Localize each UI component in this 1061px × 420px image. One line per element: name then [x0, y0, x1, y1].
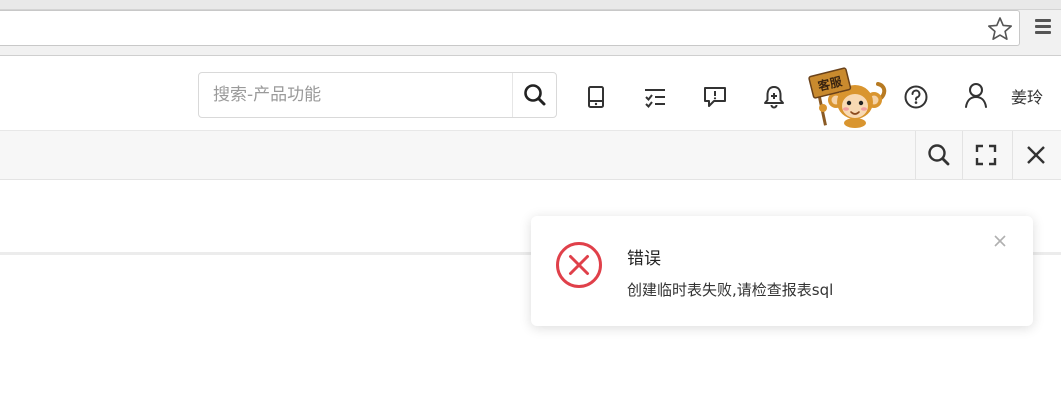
help-button[interactable]: [902, 83, 930, 111]
close-icon[interactable]: [992, 233, 1008, 249]
notification-message: 创建临时表失败,请检查报表sql: [627, 281, 834, 299]
message-button[interactable]: [701, 83, 729, 111]
tablet-icon: [588, 86, 604, 108]
notification-title: 错误: [627, 249, 661, 269]
tablet-button[interactable]: [582, 83, 610, 111]
user-icon: [965, 83, 987, 108]
app-header: 客服 姜玲: [0, 56, 1061, 130]
search-icon: [524, 84, 546, 106]
user-button[interactable]: [962, 81, 990, 109]
notification-button[interactable]: [760, 83, 788, 111]
error-notification: 错误 创建临时表失败,请检查报表sql: [531, 216, 1033, 326]
checklist-icon: [645, 89, 665, 108]
checklist-button[interactable]: [641, 83, 669, 111]
toolbar-fullscreen-button[interactable]: [962, 131, 1009, 179]
star-icon[interactable]: [987, 16, 1013, 42]
customer-service-mascot[interactable]: 客服: [806, 62, 888, 128]
browser-chrome: [0, 0, 1061, 56]
user-name[interactable]: 姜玲: [1011, 84, 1043, 108]
tab-toolbar: [0, 130, 1061, 180]
toolbar-close-button[interactable]: [1012, 131, 1059, 179]
browser-tab-strip: [0, 0, 1061, 10]
bell-icon: [764, 86, 784, 109]
toolbar-search-button[interactable]: [915, 131, 962, 179]
help-icon: [904, 85, 928, 109]
search-input[interactable]: [199, 73, 511, 117]
search-icon: [928, 144, 950, 166]
address-bar[interactable]: [0, 10, 1020, 46]
search-box: [198, 72, 557, 118]
error-icon: [556, 242, 602, 288]
close-icon: [1027, 146, 1045, 164]
fullscreen-icon: [975, 144, 997, 166]
search-button[interactable]: [513, 73, 557, 117]
menu-icon[interactable]: [1032, 16, 1054, 38]
message-icon: [704, 87, 726, 107]
